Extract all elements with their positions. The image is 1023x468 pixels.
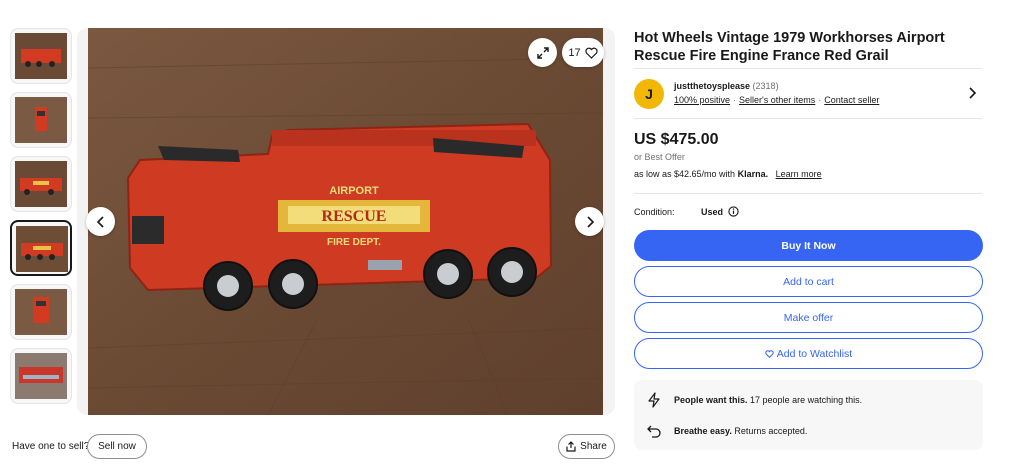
lightning-icon — [648, 392, 660, 408]
divider — [634, 68, 982, 69]
previous-image-button[interactable] — [86, 207, 115, 236]
make-offer-button[interactable]: Make offer — [634, 302, 983, 333]
divider — [634, 118, 982, 119]
share-label: Share — [580, 441, 607, 452]
returns-row: Breathe easy. Returns accepted. — [646, 423, 807, 439]
seller-name[interactable]: justthetoysplease — [674, 81, 750, 91]
watch-count: 17 — [568, 46, 581, 59]
thumbnail-3[interactable] — [10, 156, 72, 212]
thumbnail-1[interactable] — [10, 28, 72, 84]
listing-title: Hot Wheels Vintage 1979 Workhorses Airpo… — [634, 30, 945, 64]
chevron-right-icon — [586, 215, 594, 228]
svg-text:FIRE DEPT.: FIRE DEPT. — [327, 237, 381, 248]
next-image-button[interactable] — [575, 207, 604, 236]
people-want-row: People want this. 17 people are watching… — [646, 392, 862, 408]
watch-button[interactable]: 17 — [562, 38, 604, 67]
thumbnail-strip — [10, 28, 72, 414]
seller-feedback-count: (2318) — [752, 81, 779, 91]
info-icon[interactable] — [728, 206, 739, 217]
buy-it-now-button[interactable]: Buy It Now — [634, 230, 983, 261]
expand-icon — [536, 46, 549, 59]
seller-avatar[interactable]: J — [634, 79, 664, 109]
contact-seller-link[interactable]: Contact seller — [824, 95, 879, 105]
sell-now-button[interactable]: Sell now — [87, 434, 147, 459]
sell-question: Have one to sell? — [12, 441, 90, 452]
watchlist-label: Add to Watchlist — [776, 347, 853, 360]
thumbnail-5[interactable] — [10, 284, 72, 340]
seller-links: 100% positive · Seller's other items · Conta… — [674, 95, 879, 105]
thumbnail-2[interactable] — [10, 92, 72, 148]
main-image-viewer[interactable]: AIRPORT RESCUE FIRE DEPT. — [77, 28, 615, 415]
thumbnail-4[interactable] — [10, 220, 72, 276]
separator-dot: · — [733, 95, 737, 105]
share-button[interactable]: Share — [558, 434, 615, 459]
condition-label: Condition: — [634, 207, 675, 217]
svg-text:AIRPORT: AIRPORT — [329, 185, 379, 197]
people-want-text: People want this. 17 people are watching… — [674, 395, 863, 405]
seller-positive-link[interactable]: 100% positive — [674, 95, 730, 105]
heart-icon — [765, 349, 774, 358]
heart-icon — [585, 47, 598, 59]
svg-text:RESCUE: RESCUE — [322, 208, 387, 225]
klarna-line: as low as $42.65/mo with Klarna. Learn m… — [634, 169, 822, 179]
klarna-brand: Klarna. — [737, 169, 769, 179]
chevron-left-icon — [96, 215, 104, 228]
share-icon — [566, 441, 576, 452]
returns-text: Breathe easy. Returns accepted. — [674, 426, 808, 436]
separator-dot: · — [818, 95, 822, 105]
best-offer-note: or Best Offer — [634, 152, 685, 162]
seller-other-items-link[interactable]: Seller's other items — [739, 95, 815, 105]
condition-value: Used — [701, 207, 724, 217]
divider — [634, 193, 982, 194]
seller-name-line[interactable]: justthetoysplease (2318) — [674, 81, 779, 91]
price: US $475.00 — [634, 131, 719, 148]
add-to-cart-button[interactable]: Add to cart — [634, 266, 983, 297]
add-to-watchlist-button[interactable]: Add to Watchlist — [634, 338, 983, 369]
thumbnail-6[interactable] — [10, 348, 72, 404]
klarna-text: as low as $42.65/mo with — [634, 169, 736, 179]
expand-button[interactable] — [528, 38, 557, 67]
info-panel: People want this. 17 people are watching… — [634, 380, 983, 450]
return-arrow-icon — [647, 425, 661, 438]
chevron-right-icon[interactable] — [967, 86, 977, 100]
klarna-learn-more-link[interactable]: Learn more — [776, 169, 822, 179]
product-photo: AIRPORT RESCUE FIRE DEPT. — [88, 28, 603, 415]
